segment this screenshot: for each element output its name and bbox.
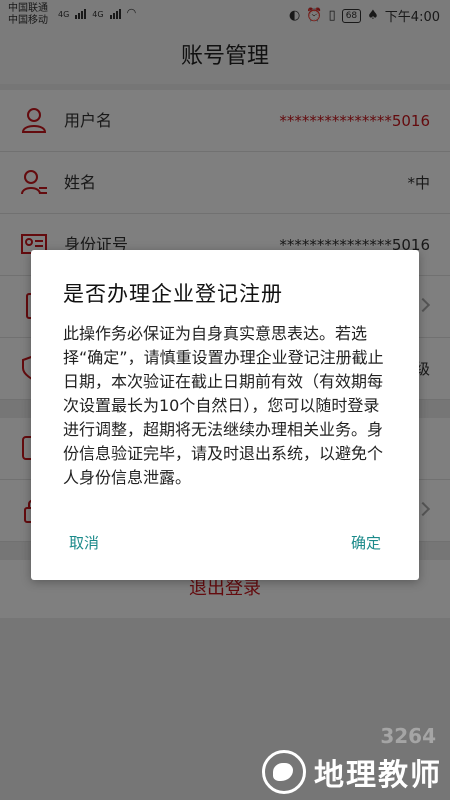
cancel-button[interactable]: 取消: [69, 532, 99, 553]
watermark: 地理教师: [262, 750, 442, 794]
dialog-title: 是否办理企业登记注册: [63, 282, 283, 306]
globe-icon: [262, 750, 306, 794]
watermark-text: 地理教师: [314, 758, 442, 793]
faint-watermark: 3264: [380, 724, 436, 748]
confirm-button[interactable]: 确定: [351, 532, 381, 553]
confirm-dialog: 是否办理企业登记注册 此操作务必保证为自身真实意思表达。若选择“确定”，请慎重设…: [31, 250, 419, 580]
dialog-message: 此操作务必保证为自身真实意思表达。若选择“确定”，请慎重设置办理企业登记注册截止…: [63, 324, 384, 487]
